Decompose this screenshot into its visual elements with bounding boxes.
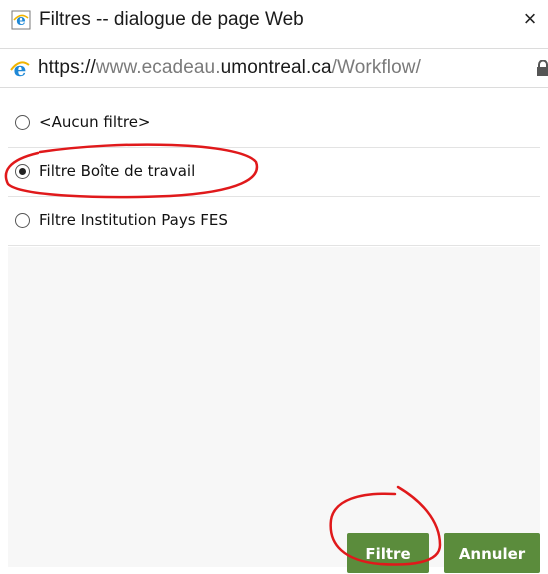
ie-page-icon: e: [11, 10, 31, 30]
svg-text:e: e: [16, 11, 26, 29]
radio-filtre-boite-travail[interactable]: [15, 164, 30, 179]
svg-text:e: e: [14, 58, 27, 80]
url-host-prefix: www.ecadeau.: [95, 57, 221, 78]
filter-button[interactable]: Filtre: [347, 533, 429, 573]
filter-option-aucun[interactable]: <Aucun filtre>: [8, 99, 540, 148]
filter-option-label: <Aucun filtre>: [39, 113, 151, 131]
close-icon[interactable]: ×: [519, 7, 541, 31]
url-path: /Workflow/: [331, 57, 421, 78]
url-host-main: umontreal.ca: [220, 57, 332, 78]
filter-option-label: Filtre Boîte de travail: [39, 162, 196, 180]
url-scheme: https://: [38, 57, 96, 78]
filter-option-boite-travail[interactable]: Filtre Boîte de travail: [8, 148, 540, 197]
radio-aucun-filtre[interactable]: [15, 115, 30, 130]
radio-filtre-institution[interactable]: [15, 213, 30, 228]
filter-option-label: Filtre Institution Pays FES: [39, 211, 228, 229]
address-bar: e https://www.ecadeau.umontreal.ca/Workf…: [0, 48, 548, 88]
lock-icon: [537, 60, 548, 76]
url-text: https://www.ecadeau.umontreal.ca/Workflo…: [38, 57, 421, 79]
dialog-titlebar: e Filtres -- dialogue de page Web ×: [0, 0, 548, 42]
dialog-title: Filtres -- dialogue de page Web: [39, 9, 304, 30]
filter-option-institution[interactable]: Filtre Institution Pays FES: [8, 197, 540, 246]
ie-icon: e: [10, 58, 30, 80]
cancel-button[interactable]: Annuler: [444, 533, 540, 573]
dialog-footer-area: [8, 247, 540, 567]
